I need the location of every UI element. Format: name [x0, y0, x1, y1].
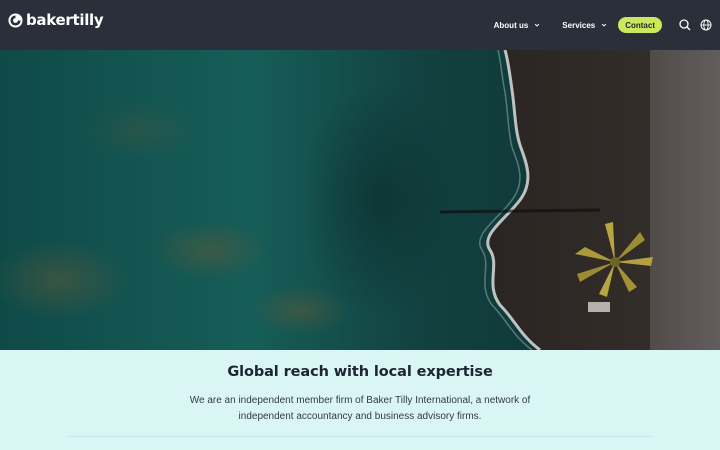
section-description: We are an independent member firm of Bak… — [189, 395, 531, 422]
logo-mark-icon — [8, 12, 23, 28]
chevron-down-icon — [601, 23, 607, 27]
chevron-down-icon — [535, 23, 540, 27]
nav-about-us[interactable]: About us — [494, 21, 541, 30]
aerial-beach-image — [0, 50, 720, 350]
nav-services-label: Services — [562, 20, 596, 30]
nav-services[interactable]: Services — [562, 21, 607, 30]
nav-about-us-label: About us — [493, 20, 529, 30]
site-header: bakertilly About us Services Contact — [0, 0, 720, 50]
main-nav: About us Services Contact — [494, 0, 712, 50]
logo[interactable]: bakertilly — [8, 11, 104, 29]
hero-image — [0, 50, 720, 350]
intro-section: Global reach with local expertise We are… — [0, 350, 720, 450]
contact-button[interactable]: Contact — [618, 17, 662, 33]
section-title: Global reach with local expertise — [227, 364, 493, 380]
logo-text: bakertilly — [26, 11, 104, 29]
search-icon — [678, 19, 690, 31]
globe-icon — [700, 19, 711, 31]
divider — [68, 436, 652, 437]
language-button[interactable] — [699, 19, 712, 32]
search-button[interactable] — [678, 19, 691, 32]
